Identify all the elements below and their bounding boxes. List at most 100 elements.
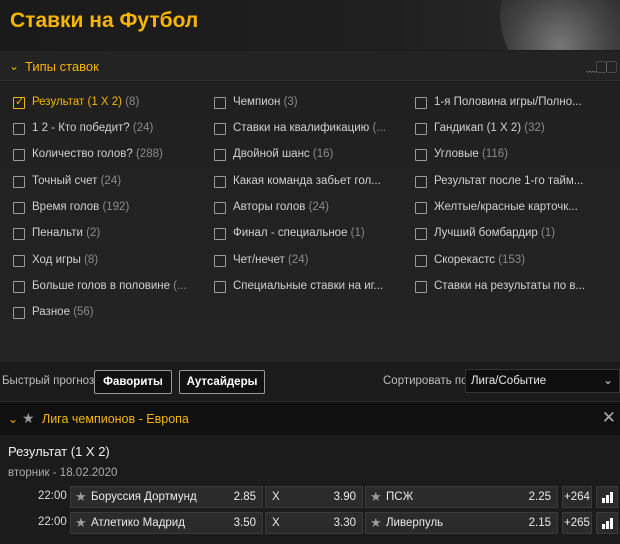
bet-type-option[interactable]: Время голов (192) (13, 201, 203, 217)
bet-type-option[interactable]: Ход игры (8) (13, 254, 203, 270)
sort-select[interactable]: Лига/Событие ⌄ (465, 369, 620, 393)
draw-odd: 3.30 (333, 517, 356, 529)
chevron-down-icon[interactable]: ⌄ (8, 412, 18, 426)
bet-type-option[interactable]: 1 2 - Кто победит? (24) (13, 122, 203, 138)
bet-type-option[interactable]: Желтые/красные карточк... (415, 201, 605, 217)
bet-type-option[interactable]: Авторы голов (24) (214, 201, 404, 217)
checkbox[interactable] (13, 202, 25, 214)
bet-type-name: 1-я Половина игры/Полно... (434, 96, 582, 108)
checkbox[interactable] (415, 228, 427, 240)
outsiders-button[interactable]: Аутсайдеры (179, 370, 265, 394)
star-icon[interactable]: ★ (75, 489, 87, 505)
bet-type-name: Точный счет (32, 175, 98, 187)
match-time: 22:00 (38, 516, 67, 528)
bet-type-option[interactable]: Финал - специальное (1) (214, 227, 404, 243)
checkbox[interactable] (13, 176, 25, 188)
star-icon[interactable]: ★ (370, 515, 382, 531)
away-odd-button[interactable]: ★ ПСЖ 2.25 (365, 486, 558, 508)
checkbox[interactable] (415, 281, 427, 293)
checkbox[interactable] (214, 97, 226, 109)
bet-type-option[interactable]: Лучший бомбардир (1) (415, 227, 605, 243)
checkbox[interactable] (13, 307, 25, 319)
bet-type-text: Финал - специальное (1) (233, 227, 365, 239)
away-team: ПСЖ (386, 491, 414, 503)
home-odd-button[interactable]: ★ Атлетико Мадрид 3.50 (70, 512, 263, 534)
favorites-button[interactable]: Фавориты (94, 370, 172, 394)
bet-type-text: Двойной шанс (16) (233, 148, 333, 160)
checkbox[interactable] (13, 123, 25, 135)
checkbox[interactable] (415, 176, 427, 188)
more-markets-button[interactable]: +264 (562, 486, 592, 508)
bet-type-option[interactable]: Результат (1 X 2) (8) (13, 95, 203, 112)
home-odd-button[interactable]: ★ Боруссия Дортмунд 2.85 (70, 486, 263, 508)
more-markets-button[interactable]: +265 (562, 512, 592, 534)
bet-type-option[interactable]: Чет/нечет (24) (214, 254, 404, 270)
bet-type-text: Ставки на квалификацию (... (233, 122, 386, 134)
star-icon[interactable]: ★ (370, 489, 382, 505)
bet-type-count: (1) (350, 227, 365, 239)
draw-odd-button[interactable]: X 3.30 (265, 512, 363, 534)
checkbox[interactable] (214, 149, 226, 161)
checkbox[interactable] (13, 149, 25, 161)
bet-type-text: Чемпион (3) (233, 96, 298, 108)
bet-type-option[interactable]: Точный счет (24) (13, 175, 203, 191)
bet-type-option[interactable]: Двойной шанс (16) (214, 148, 404, 164)
bet-type-count: (... (372, 122, 386, 134)
away-odd: 2.25 (528, 491, 551, 503)
bet-type-option[interactable]: Результат после 1-го тайм... (415, 175, 605, 191)
checkbox[interactable] (415, 97, 427, 109)
bet-type-option[interactable]: Угловые (116) (415, 148, 605, 164)
checkbox[interactable] (214, 123, 226, 135)
star-icon[interactable]: ★ (75, 515, 87, 531)
bet-type-name: Угловые (434, 148, 479, 160)
bet-type-text: Больше голов в половине (... (32, 280, 187, 292)
star-icon[interactable]: ★ (22, 410, 35, 427)
stats-button[interactable] (596, 512, 618, 534)
checkbox[interactable] (214, 281, 226, 293)
bet-type-name: Результат после 1-го тайм... (434, 175, 584, 187)
away-team: Ливерпуль (386, 517, 444, 529)
bet-type-option[interactable]: Ставки на результаты по в... (415, 280, 605, 296)
bet-type-text: Специальные ставки на иг... (233, 280, 383, 292)
bet-type-name: Ставки на квалификацию (233, 122, 370, 134)
bet-type-option[interactable]: Гандикап (1 X 2) (32) (415, 122, 605, 138)
bet-type-option[interactable]: Разное (56) (13, 306, 203, 322)
bet-type-name: Скорекастс (434, 254, 495, 266)
bet-types-toggle[interactable]: ⌄ Типы ставок ﹏▢▢ (0, 51, 620, 81)
checkbox[interactable] (415, 123, 427, 135)
checkbox[interactable] (13, 228, 25, 240)
close-icon[interactable]: ✕ (602, 408, 616, 428)
away-odd-button[interactable]: ★ Ливерпуль 2.15 (365, 512, 558, 534)
stats-button[interactable] (596, 486, 618, 508)
bet-type-count: (24) (132, 122, 154, 134)
bet-type-text: Скорекастс (153) (434, 254, 525, 266)
league-header[interactable]: ⌄ ★ Лига чемпионов - Европа ✕ (0, 401, 620, 435)
bet-type-option[interactable]: Количество голов? (288) (13, 148, 203, 164)
bet-type-option[interactable]: Чемпион (3) (214, 96, 404, 112)
checkbox[interactable] (214, 255, 226, 267)
bet-type-option[interactable]: Пенальти (2) (13, 227, 203, 243)
bet-type-option[interactable]: Специальные ставки на иг... (214, 280, 404, 296)
checkbox[interactable] (214, 202, 226, 214)
checkbox[interactable] (415, 255, 427, 267)
checkbox[interactable] (415, 202, 427, 214)
bet-type-option[interactable]: 1-я Половина игры/Полно... (415, 96, 605, 112)
bet-type-option[interactable]: Больше голов в половине (... (13, 280, 203, 296)
checkbox[interactable] (13, 281, 25, 293)
bet-type-text: Какая команда забьет гол... (233, 175, 381, 187)
bet-type-option[interactable]: Какая команда забьет гол... (214, 175, 404, 191)
bet-type-option[interactable]: Скорекастс (153) (415, 254, 605, 270)
checkbox[interactable] (214, 228, 226, 240)
page-title: Ставки на Футбол (10, 9, 199, 32)
checkbox[interactable] (13, 95, 25, 109)
draw-odd-button[interactable]: X 3.90 (265, 486, 363, 508)
checkbox[interactable] (415, 149, 427, 161)
bet-type-name: Желтые/красные карточк... (434, 201, 578, 213)
checkbox[interactable] (214, 176, 226, 188)
checkbox[interactable] (13, 255, 25, 267)
sort-value: Лига/Событие (471, 375, 547, 387)
bet-type-text: Лучший бомбардир (1) (434, 227, 555, 239)
bet-type-option[interactable]: Ставки на квалификацию (... (214, 122, 404, 138)
match-date: вторник - 18.02.2020 (8, 467, 118, 479)
layout-toggle-icon[interactable]: ﹏▢▢ (586, 59, 617, 75)
